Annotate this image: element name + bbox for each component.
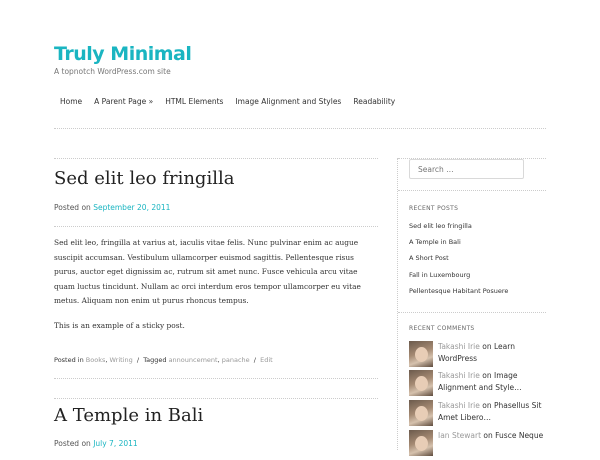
comment-post-link[interactable]: Fusce Neque [495,431,543,440]
avatar[interactable] [409,430,433,456]
on-word: on [482,342,492,351]
post-title[interactable]: Sed elit leo fringilla [54,167,234,191]
recent-comment: Takashi Irie on Learn WordPress [409,341,549,371]
post-footer-meta: Posted in Books, Writing / Tagged announ… [54,356,273,364]
meta-separator: / [136,356,140,364]
post-date-link[interactable]: July 7, 2011 [93,439,138,448]
avatar[interactable] [409,341,433,367]
comment-author-link[interactable]: Takashi Irie [438,401,480,410]
posted-on-label: Posted on [54,203,91,212]
posted-in-label: Posted in [54,356,84,364]
post-date-line: Posted on July 7, 2011 [54,438,138,450]
edit-link[interactable]: Edit [260,356,273,364]
recent-comments-title: RECENT COMMENTS [409,325,475,332]
post-paragraph: Sed elit leo, fringilla at varius at, ia… [54,238,361,305]
post-separator [54,378,378,379]
recent-post-link[interactable]: Fall in Luxembourg [409,270,470,280]
nav-item-parent-page[interactable]: A Parent Page » [94,96,153,108]
sidebar-widget-divider [398,190,546,191]
on-word: on [483,431,493,440]
comment-author-link[interactable]: Ian Stewart [438,431,481,440]
category-link[interactable]: Writing [110,356,133,364]
sidebar-divider [397,158,398,450]
tag-link[interactable]: announcement [169,356,218,364]
avatar[interactable] [409,400,433,426]
recent-post-link[interactable]: Pellentesque Habitant Posuere [409,286,508,296]
avatar[interactable] [409,370,433,396]
tag-link[interactable]: panache [222,356,250,364]
post-date-link[interactable]: September 20, 2011 [93,203,170,212]
post-top-divider [54,158,378,159]
post-meta-divider [54,226,378,227]
nav-item-home[interactable]: Home [60,96,82,108]
comment-author-link[interactable]: Takashi Irie [438,371,480,380]
recent-post-link[interactable]: Sed elit leo fringilla [409,221,472,231]
nav-item-html-elements[interactable]: HTML Elements [165,96,223,108]
nav-item-image-alignment[interactable]: Image Alignment and Styles [235,96,341,108]
recent-comment: Takashi Irie on Image Alignment and Styl… [409,370,549,400]
post-paragraph: This is an example of a sticky post. [54,321,185,330]
category-link[interactable]: Books [86,356,106,364]
on-word: on [482,371,492,380]
nav-item-readability[interactable]: Readability [353,96,395,108]
tagged-label: Tagged [143,356,167,364]
post-top-divider [54,398,378,399]
site-title[interactable]: Truly Minimal [54,42,192,66]
comment-author-link[interactable]: Takashi Irie [438,342,480,351]
recent-post-link[interactable]: A Short Post [409,253,449,263]
sidebar-widget-divider [398,312,546,313]
on-word: on [482,401,492,410]
recent-comment: Ian Stewart on Fusce Neque [409,430,549,460]
recent-posts-title: RECENT POSTS [409,205,459,212]
posted-on-label: Posted on [54,439,91,448]
site-description: A topnotch WordPress.com site [54,67,171,76]
recent-post-link[interactable]: A Temple in Bali [409,237,461,247]
meta-separator: / [253,356,256,364]
header-divider [54,128,546,129]
recent-comment: Takashi Irie on Phasellus Sit Amet Liber… [409,400,549,430]
main-nav: Home A Parent Page » HTML Elements Image… [60,96,407,108]
search-input[interactable] [409,159,524,179]
post-date-line: Posted on September 20, 2011 [54,202,170,214]
post-title[interactable]: A Temple in Bali [54,404,203,428]
